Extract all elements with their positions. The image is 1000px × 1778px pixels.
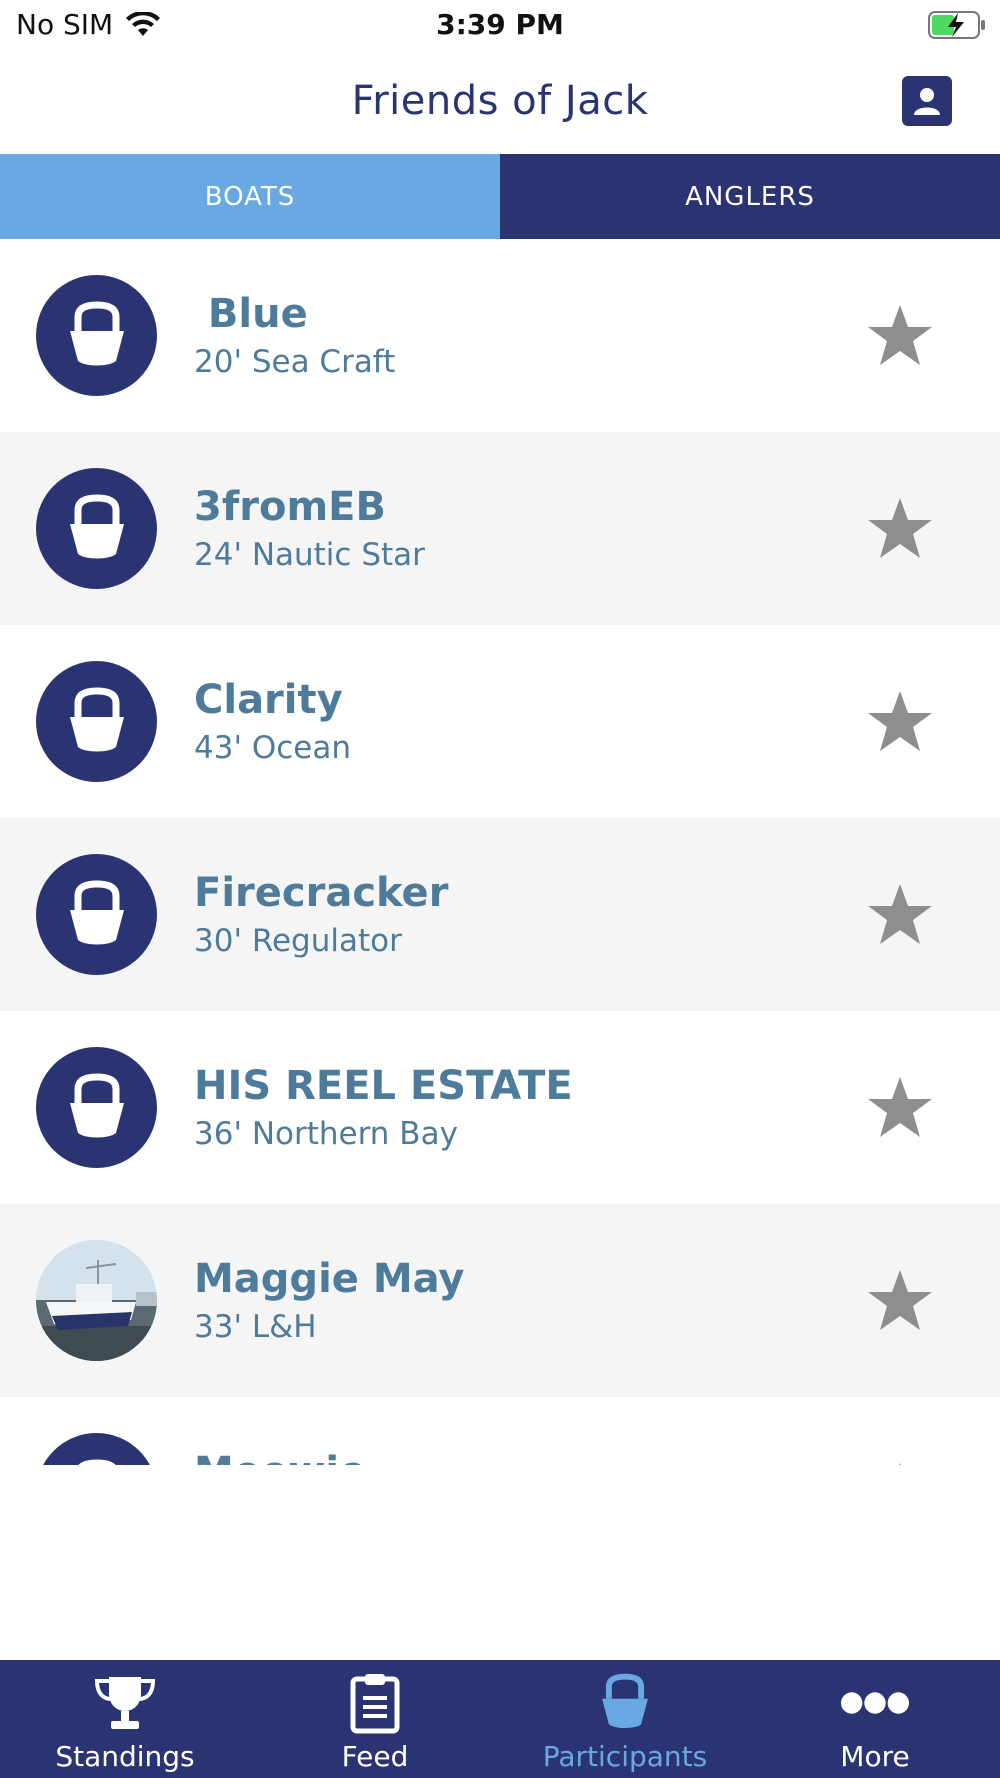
nav-feed[interactable]: Feed bbox=[250, 1660, 500, 1778]
boat-description: 20' Sea Craft bbox=[194, 344, 396, 380]
nav-label: Feed bbox=[341, 1740, 409, 1773]
app-header: Friends of Jack bbox=[0, 50, 1000, 154]
segment-tabs: BOATS ANGLERS bbox=[0, 154, 1000, 239]
boat-name: Clarity bbox=[194, 677, 343, 723]
clipboard-icon bbox=[350, 1674, 400, 1734]
star-icon[interactable] bbox=[866, 689, 934, 753]
avatar bbox=[36, 1433, 157, 1465]
nav-label: Participants bbox=[542, 1740, 708, 1773]
avatar bbox=[36, 1240, 157, 1361]
list-item[interactable]: Clarity 43' Ocean bbox=[0, 625, 1000, 818]
boat-icon bbox=[69, 300, 124, 365]
star-icon[interactable] bbox=[866, 1075, 934, 1139]
boat-name: Blue bbox=[194, 291, 308, 337]
status-time: 3:39 PM bbox=[436, 8, 564, 41]
list-item[interactable]: Blue 20' Sea Craft bbox=[0, 239, 1000, 432]
list-item[interactable]: 3fromEB 24' Nautic Star bbox=[0, 432, 1000, 625]
trophy-icon bbox=[94, 1677, 156, 1729]
list-item[interactable]: HIS REEL ESTATE 36' Northern Bay bbox=[0, 1011, 1000, 1204]
bottom-nav: Standings Feed Participants More bbox=[0, 1660, 1000, 1778]
star-icon[interactable] bbox=[866, 882, 934, 946]
nav-label: More bbox=[840, 1740, 910, 1773]
boat-description: 30' Regulator bbox=[194, 923, 402, 959]
avatar bbox=[36, 468, 157, 589]
avatar bbox=[36, 854, 157, 975]
nav-participants[interactable]: Participants bbox=[500, 1660, 750, 1778]
star-icon[interactable] bbox=[866, 1461, 934, 1465]
profile-button[interactable] bbox=[902, 76, 952, 126]
boat-icon bbox=[69, 493, 124, 558]
page-title: Friends of Jack bbox=[351, 78, 649, 124]
list-item[interactable]: Firecracker 30' Regulator bbox=[0, 818, 1000, 1011]
boat-description: 43' Ocean bbox=[194, 730, 351, 766]
avatar bbox=[36, 661, 157, 782]
nav-label: Standings bbox=[55, 1740, 195, 1773]
boat-icon bbox=[602, 1673, 648, 1729]
boat-name: HIS REEL ESTATE bbox=[194, 1063, 573, 1109]
more-dots-icon bbox=[840, 1692, 910, 1714]
boat-description: 36' Northern Bay bbox=[194, 1116, 458, 1152]
boat-name: Maggie May bbox=[194, 1256, 465, 1302]
boat-icon bbox=[69, 1072, 124, 1137]
tab-anglers[interactable]: ANGLERS bbox=[500, 154, 1000, 239]
boat-icon bbox=[69, 879, 124, 944]
boat-list: Blue 20' Sea Craft 3fromEB 24' Nautic St… bbox=[0, 239, 1000, 1465]
boat-name: Firecracker bbox=[194, 870, 449, 916]
star-icon[interactable] bbox=[866, 303, 934, 367]
nav-more[interactable]: More bbox=[750, 1660, 1000, 1778]
boat-name: 3fromEB bbox=[194, 484, 386, 530]
boat-name: Meowie bbox=[194, 1449, 366, 1465]
tab-boats[interactable]: BOATS bbox=[0, 154, 500, 239]
battery-charging-icon bbox=[928, 11, 985, 39]
star-icon[interactable] bbox=[866, 1268, 934, 1332]
boat-icon bbox=[69, 686, 124, 751]
avatar bbox=[36, 1047, 157, 1168]
user-icon bbox=[914, 88, 940, 115]
avatar bbox=[36, 275, 157, 396]
nav-standings[interactable]: Standings bbox=[0, 1660, 250, 1778]
status-bar: No SIM 3:39 PM bbox=[0, 0, 1000, 50]
list-item[interactable]: Maggie May 33' L&H bbox=[0, 1204, 1000, 1397]
boat-description: 24' Nautic Star bbox=[194, 537, 425, 573]
star-icon[interactable] bbox=[866, 496, 934, 560]
boat-description: 33' L&H bbox=[194, 1309, 317, 1345]
boat-photo bbox=[36, 1240, 157, 1361]
boat-icon bbox=[77, 1458, 116, 1465]
list-item[interactable]: Meowie bbox=[0, 1397, 1000, 1465]
